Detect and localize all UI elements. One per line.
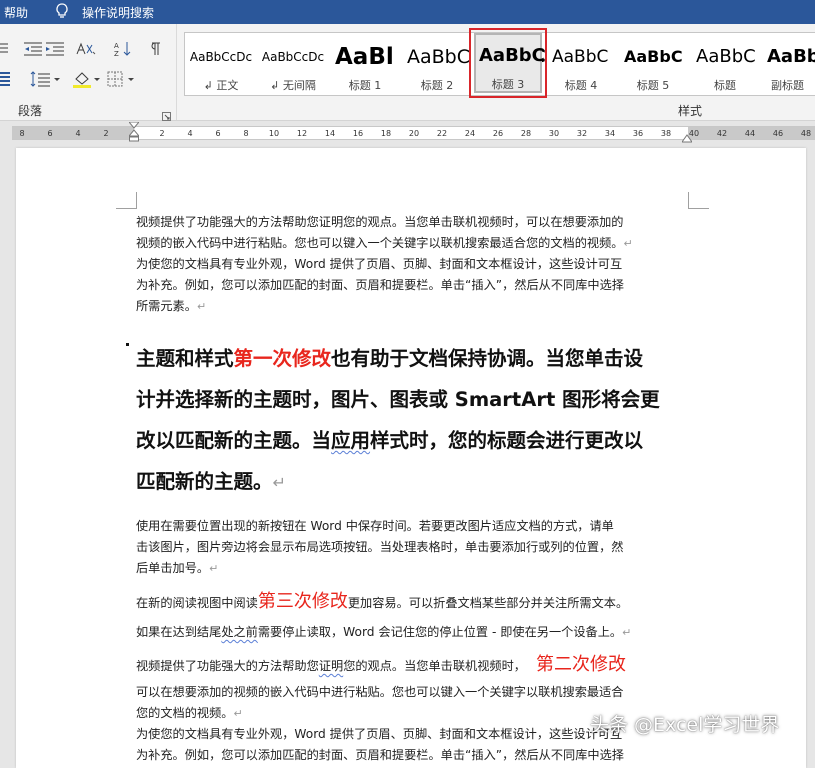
chinese-layout-icon[interactable] (74, 40, 96, 58)
paragraph-dialog-launcher-icon[interactable] (162, 106, 171, 121)
ruler-tick-label: 30 (548, 129, 560, 138)
paragraph-4[interactable]: 如果在达到结尾处之前需要停止读取，Word 会记住您的停止位置 - 即使在另一个… (136, 618, 696, 647)
ruler-tick-label: 24 (464, 129, 476, 138)
heading-3-paragraph[interactable]: 主题和样式第一次修改也有助于文档保持协调。当您单击设 计并选择新的主题时，图片、… (136, 338, 706, 503)
svg-text:A: A (114, 42, 119, 50)
ruler-tick-label: 10 (268, 129, 280, 138)
dropdown-arrow-icon[interactable] (52, 70, 74, 88)
ruler-tick-label: 2 (159, 129, 165, 138)
style-heading-1[interactable]: AaBl 标题 1 (329, 33, 401, 95)
shading-icon[interactable] (72, 70, 94, 88)
right-indent-marker[interactable] (681, 129, 693, 143)
tell-me-search[interactable]: 操作说明搜索 (82, 4, 154, 21)
style-heading-5[interactable]: AaBbC 标题 5 (617, 33, 689, 95)
ruler-left-margin (12, 127, 134, 139)
ruler-tick-label: 6 (215, 129, 221, 138)
selected-style-preview: AaBbC (479, 45, 544, 66)
first-line-indent-marker[interactable] (127, 121, 141, 142)
paragraph-2[interactable]: 使用在需要位置出现的新按钮在 Word 中保存时间。若要更改图片适应文档的方式，… (136, 516, 696, 579)
ruler-tick-label: 42 (716, 129, 728, 138)
margin-corner (688, 192, 709, 209)
ruler-tick-label: 2 (103, 129, 109, 138)
style-normal[interactable]: AaBbCcDc ↲ 正文 (185, 33, 257, 95)
ruler-tick-label: 34 (604, 129, 616, 138)
borders-icon[interactable] (106, 70, 128, 88)
paragraph-group: AZ 段落 (0, 24, 177, 121)
ribbon: AZ 段落 AaBbCcDc ↲ 正文 AaBbCcDc ↲ 无间隔 AaBl … (0, 24, 815, 121)
ruler-tick-label: 44 (744, 129, 756, 138)
ruler-tick-label: 14 (324, 129, 336, 138)
paragraph-group-label: 段落 (18, 104, 43, 118)
document-page[interactable]: 视频提供了功能强大的方法帮助您证明您的观点。当您单击联机视频时，可以在想要添加的… (16, 148, 806, 768)
ruler-tick-label: 6 (47, 129, 53, 138)
ruler-tick-label: 4 (75, 129, 81, 138)
ruler-tick-label: 22 (436, 129, 448, 138)
ruler-tick-label: 8 (19, 129, 25, 138)
paragraph-1[interactable]: 视频提供了功能强大的方法帮助您证明您的观点。当您单击联机视频时，可以在想要添加的… (136, 212, 696, 317)
style-no-spacing[interactable]: AaBbCcDc ↲ 无间隔 (257, 33, 329, 95)
ruler-tick-label: 38 (660, 129, 672, 138)
ruler-tick-label: 18 (380, 129, 392, 138)
style-heading-2[interactable]: AaBbC 标题 2 (401, 33, 473, 95)
ruler-tick-label: 32 (576, 129, 588, 138)
paragraph-5[interactable]: 视频提供了功能强大的方法帮助您证明您的观点。当您单击联机视频时， 第二次修改 (136, 650, 696, 681)
ruler-tick-label: 8 (243, 129, 249, 138)
style-subtitle[interactable]: AaBb 副标题 (761, 33, 815, 95)
ruler-tick-label: 20 (408, 129, 420, 138)
cursor-marker (126, 343, 129, 346)
ruler-tick-label: 46 (772, 129, 784, 138)
styles-group-label: 样式 (678, 104, 703, 118)
dropdown-arrow-icon[interactable] (126, 70, 148, 88)
decrease-indent-icon[interactable] (22, 40, 44, 58)
style-heading-4[interactable]: AaBbC 标题 4 (545, 33, 617, 95)
selected-style-name: 标题 3 (491, 78, 525, 91)
ruler-tick-label: 12 (296, 129, 308, 138)
tab-help[interactable]: 帮助 (4, 4, 28, 21)
increase-indent-icon[interactable] (44, 40, 66, 58)
paragraph-3[interactable]: 在新的阅读视图中阅读第三次修改更加容易。可以折叠文档某些部分并关注所需文本。 (136, 588, 696, 617)
ruler-tick-label: 16 (352, 129, 364, 138)
ruler-tick-label: 26 (492, 129, 504, 138)
indent-partial-icon[interactable] (0, 40, 22, 58)
sort-icon[interactable]: AZ (112, 40, 134, 58)
horizontal-ruler[interactable]: 8 6 4 2 2 4 6 8 10 12 14 16 18 20 22 24 … (0, 121, 815, 143)
ribbon-tab-bar: 帮助 操作说明搜索 (0, 0, 815, 24)
ruler-tick-label: 48 (800, 129, 812, 138)
ruler-tick-label: 28 (520, 129, 532, 138)
align-icon[interactable] (0, 70, 22, 88)
svg-text:Z: Z (114, 50, 119, 58)
watermark: 头条 @Excel学习世界 (590, 714, 780, 736)
line-spacing-icon[interactable] (30, 70, 52, 88)
ruler-tick-label: 4 (187, 129, 193, 138)
show-marks-icon[interactable] (144, 40, 166, 58)
margin-corner (116, 192, 137, 209)
style-title[interactable]: AaBbC 标题 (689, 33, 761, 95)
ruler-tick-label: 36 (632, 129, 644, 138)
lightbulb-icon (55, 3, 69, 19)
